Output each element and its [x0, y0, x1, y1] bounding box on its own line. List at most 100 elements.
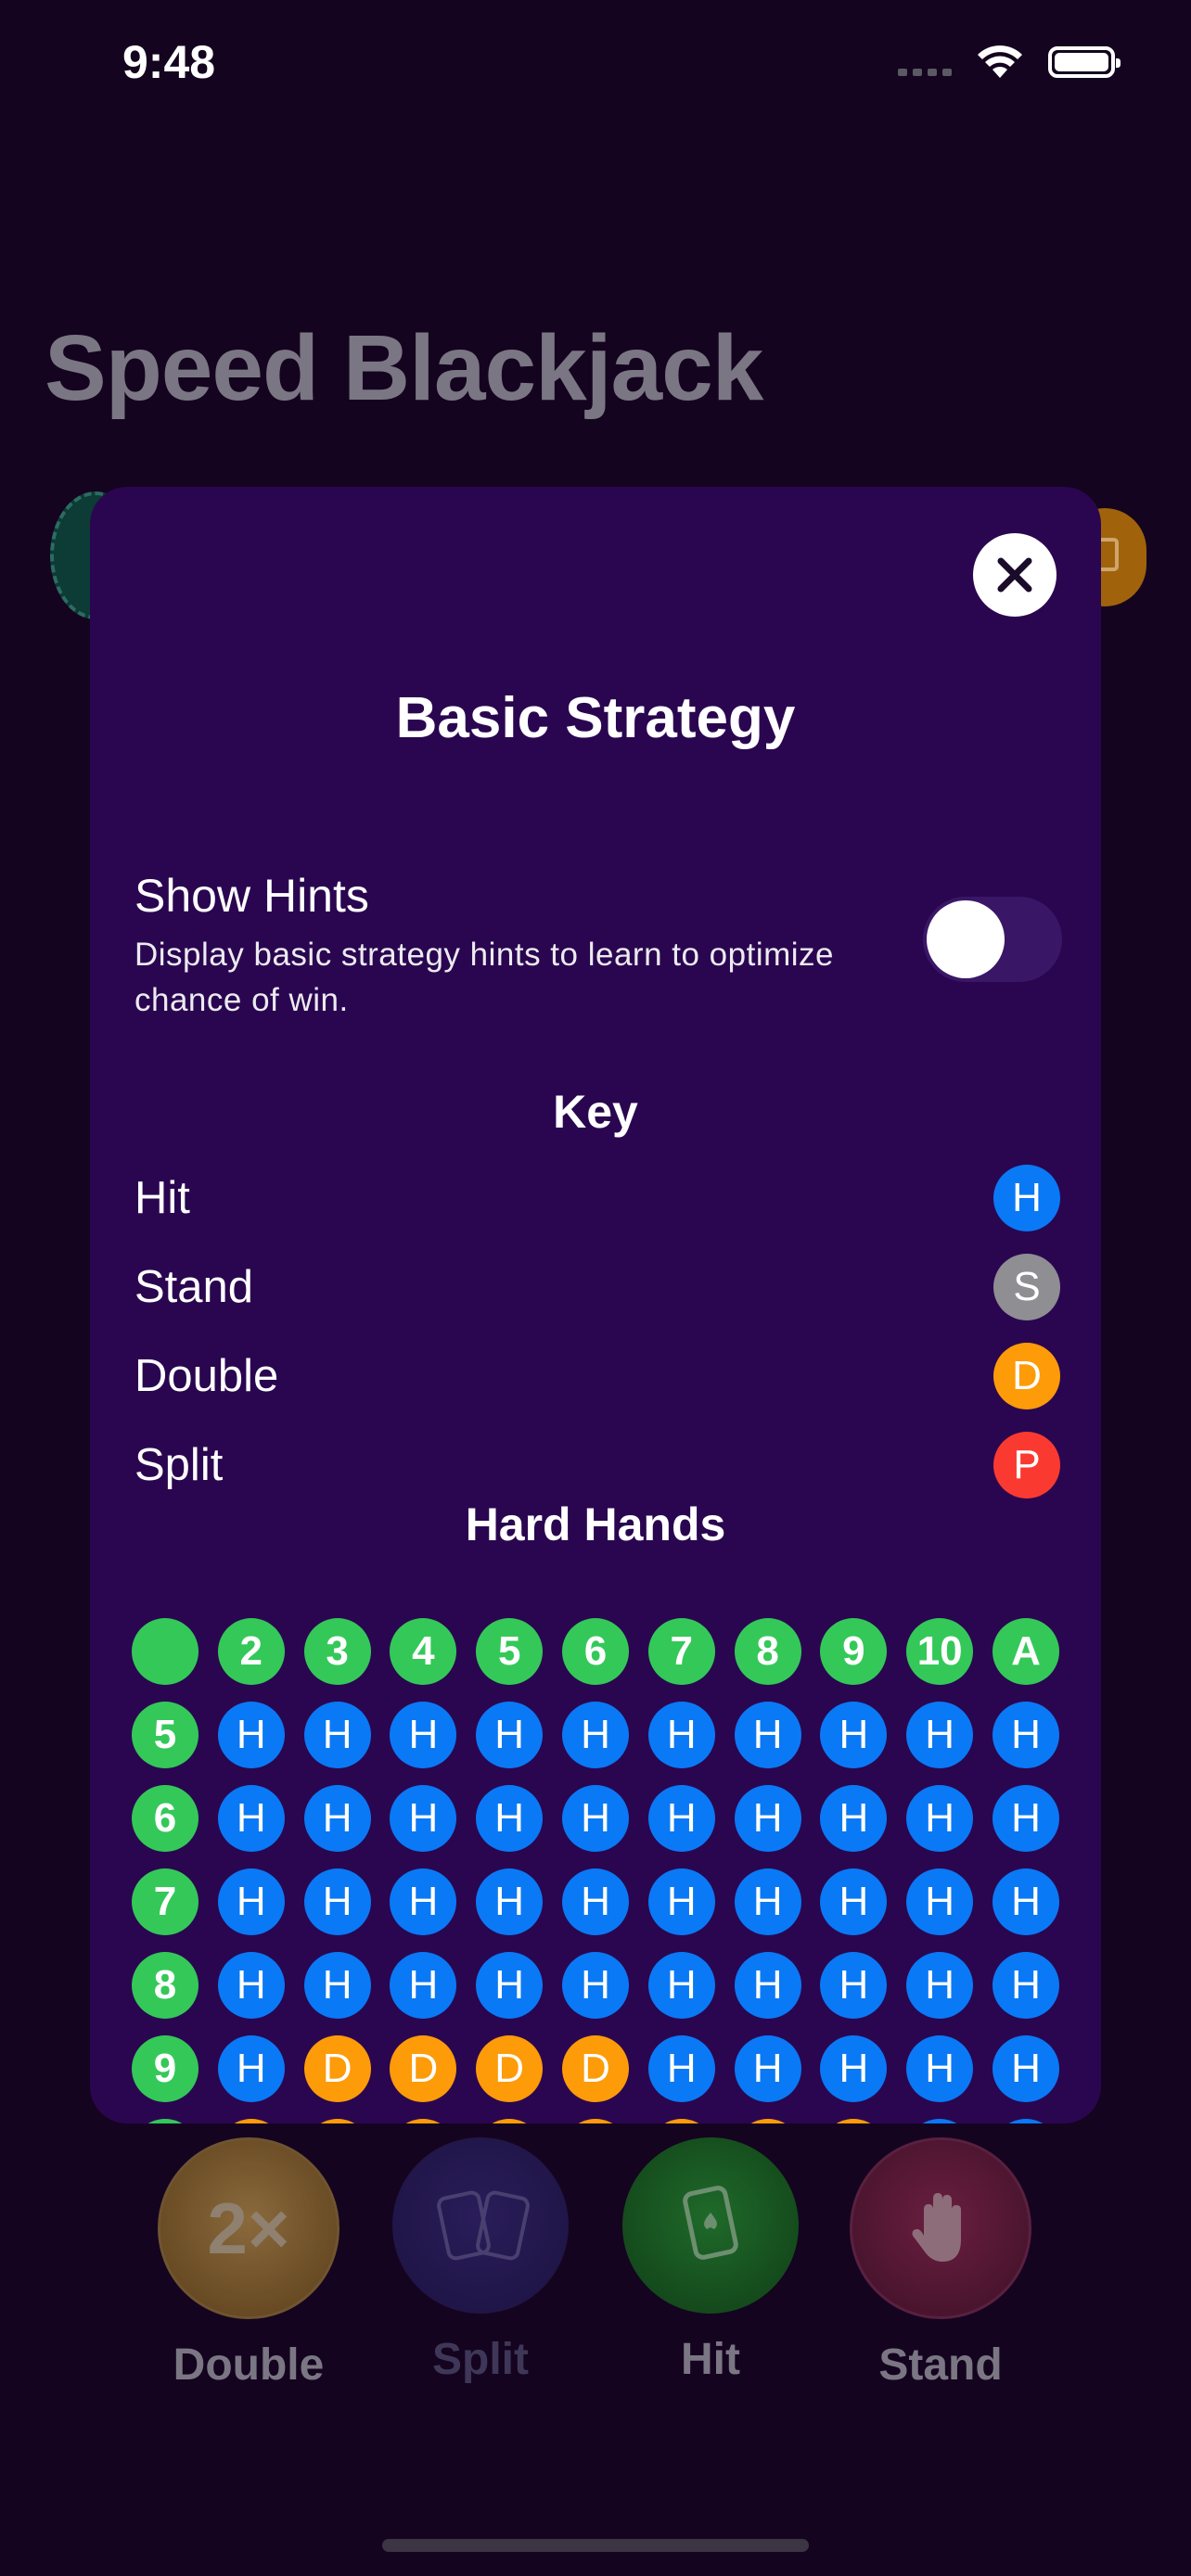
action-cell: H	[906, 1785, 974, 1852]
header-cell: 8	[734, 1618, 801, 1685]
header-cell: 2	[217, 1618, 285, 1685]
show-hints-description: Display basic strategy hints to learn to…	[134, 937, 834, 1018]
action-bar: 2× Double Split Hit Stand	[0, 2137, 1191, 2416]
action-cell	[561, 2119, 629, 2123]
action-cell: H	[734, 1952, 801, 2019]
action-cell: D	[390, 2035, 457, 2102]
player-total-cell: 6	[132, 1785, 198, 1852]
action-cell: H	[992, 1868, 1059, 1935]
header-cell: 3	[303, 1618, 371, 1685]
action-cell	[476, 2119, 544, 2123]
key-label: Hit	[134, 1173, 190, 1223]
action-cell: H	[992, 1785, 1059, 1852]
header-cell: 7	[647, 1618, 715, 1685]
action-cell: H	[303, 1785, 371, 1852]
action-cell: H	[820, 1868, 888, 1935]
double-label: Double	[173, 2340, 325, 2390]
action-cell	[906, 2119, 974, 2123]
action-cell: H	[820, 1702, 888, 1768]
action-cell: H	[476, 1702, 544, 1768]
hit-label: Hit	[681, 2335, 740, 2384]
action-cell: H	[561, 1702, 629, 1768]
key-title: Key	[553, 1086, 638, 1138]
split-button[interactable]: Split	[388, 2137, 573, 2385]
action-cell: H	[734, 1868, 801, 1935]
action-cell: H	[476, 1952, 544, 2019]
split-badge: P	[993, 1432, 1060, 1498]
header-cell: 9	[820, 1618, 888, 1685]
action-cell: D	[561, 2035, 629, 2102]
basic-strategy-modal: Basic Strategy Show Hints Display basic …	[90, 487, 1101, 2123]
action-cell: H	[561, 1868, 629, 1935]
action-cell: H	[906, 1702, 974, 1768]
hard-hands-grid: 2 3 4 5 6 7 8 9 10 A 5 H H H H H H H H H…	[132, 1618, 1079, 2123]
stand-label: Stand	[878, 2340, 1003, 2390]
player-total-cell: 8	[132, 1952, 198, 2019]
action-cell: H	[390, 1702, 457, 1768]
status-icons	[898, 45, 1121, 80]
player-row: 7 H H H H H H H H H H	[132, 1868, 1079, 1952]
card-icon	[683, 2186, 738, 2260]
hard-hands-title: Hard Hands	[465, 1498, 726, 1550]
action-cell: H	[476, 1785, 544, 1852]
close-icon	[997, 557, 1032, 593]
player-total-cell: 7	[132, 1868, 198, 1935]
action-cell: H	[906, 1868, 974, 1935]
show-hints-title: Show Hints	[134, 870, 369, 922]
player-row: 8 H H H H H H H H H H	[132, 1952, 1079, 2035]
action-cell	[992, 2119, 1059, 2123]
header-cell: 10	[906, 1618, 974, 1685]
player-total-cell: 9	[132, 2035, 198, 2102]
status-time: 9:48	[122, 36, 216, 88]
action-cell: H	[992, 1952, 1059, 2019]
action-cell: H	[303, 1868, 371, 1935]
action-cell: H	[390, 1785, 457, 1852]
action-cell: H	[734, 2035, 801, 2102]
action-cell: H	[390, 1868, 457, 1935]
action-cell: H	[647, 1785, 715, 1852]
action-cell: H	[217, 1952, 285, 2019]
double-button[interactable]: 2× Double	[156, 2137, 341, 2391]
action-cell: H	[906, 1952, 974, 2019]
action-cell	[217, 2119, 285, 2123]
action-cell: H	[647, 1952, 715, 2019]
close-button[interactable]	[973, 533, 1057, 617]
action-cell: H	[647, 2035, 715, 2102]
home-indicator[interactable]	[382, 2539, 809, 2552]
action-cell: D	[303, 2035, 371, 2102]
stand-button[interactable]: Stand	[848, 2137, 1033, 2391]
battery-icon	[1048, 46, 1121, 78]
show-hints-toggle[interactable]	[923, 897, 1062, 982]
key-item-double: Double D	[134, 1339, 1060, 1413]
action-cell: H	[992, 1702, 1059, 1768]
key-label: Double	[134, 1351, 279, 1401]
action-cell: H	[217, 1702, 285, 1768]
action-cell	[303, 2119, 371, 2123]
app-title: Speed Blackjack	[45, 316, 763, 420]
player-row-partial	[132, 2119, 1079, 2123]
action-cell: H	[647, 1868, 715, 1935]
header-cell: 5	[476, 1618, 544, 1685]
double-icon: 2×	[207, 2187, 290, 2269]
hit-badge: H	[993, 1165, 1060, 1231]
action-cell	[647, 2119, 715, 2123]
player-total-cell	[132, 2119, 198, 2123]
toggle-knob	[927, 900, 1005, 978]
key-label: Split	[134, 1440, 224, 1490]
dealer-header-row: 2 3 4 5 6 7 8 9 10 A	[132, 1618, 1079, 1702]
key-item-stand: Stand S	[134, 1250, 1060, 1324]
modal-title: Basic Strategy	[395, 686, 796, 750]
action-cell: H	[390, 1952, 457, 2019]
header-cell: A	[992, 1618, 1059, 1685]
double-badge: D	[993, 1343, 1060, 1409]
hit-button[interactable]: Hit	[618, 2137, 803, 2385]
action-cell: H	[820, 2035, 888, 2102]
header-cell	[132, 1618, 198, 1685]
action-cell: H	[734, 1785, 801, 1852]
action-cell: H	[820, 1785, 888, 1852]
player-row: 5 H H H H H H H H H H	[132, 1702, 1079, 1785]
wifi-icon	[978, 45, 1022, 78]
action-cell: H	[734, 1702, 801, 1768]
stand-badge: S	[993, 1254, 1060, 1320]
action-cell: H	[561, 1952, 629, 2019]
